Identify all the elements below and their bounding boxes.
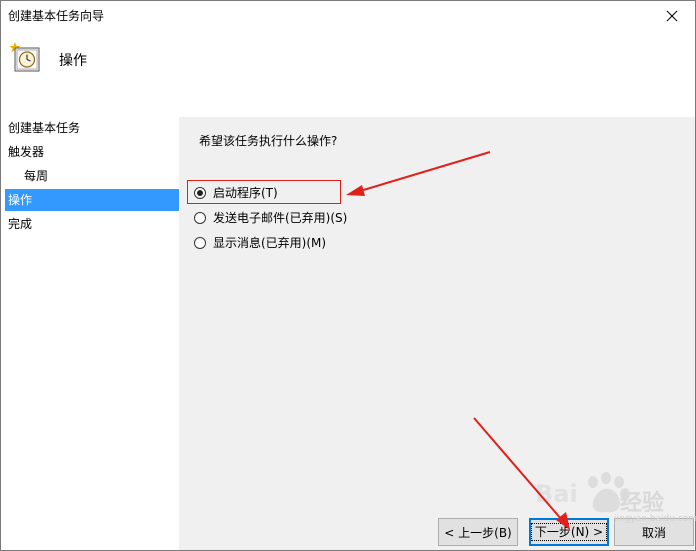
- page-title: 操作: [59, 53, 87, 69]
- radio-icon: [194, 212, 206, 224]
- back-button[interactable]: < 上一步(B): [438, 518, 518, 546]
- action-question: 希望该任务执行什么操作?: [199, 134, 338, 148]
- watermark-url: jingyan.baidu.com: [614, 514, 696, 524]
- sidebar-item-finish[interactable]: 完成: [5, 213, 179, 235]
- close-button[interactable]: [649, 1, 695, 31]
- radio-send-email-label: 发送电子邮件(已弃用)(S): [213, 211, 348, 225]
- sidebar-item-action[interactable]: 操作: [5, 189, 179, 211]
- radio-show-message[interactable]: 显示消息(已弃用)(M): [194, 234, 326, 252]
- sidebar-item-weekly[interactable]: 每周: [5, 165, 179, 187]
- back-button-label: < 上一步(B): [444, 525, 512, 540]
- radio-start-program-label: 启动程序(T): [213, 186, 278, 200]
- next-button[interactable]: 下一步(N) >: [529, 518, 609, 546]
- wizard-header: 操作: [1, 31, 695, 117]
- radio-icon: [194, 187, 206, 199]
- next-button-label: 下一步(N) >: [530, 523, 608, 541]
- radio-show-message-label: 显示消息(已弃用)(M): [213, 236, 327, 250]
- wizard-sidebar: 创建基本任务 触发器 每周 操作 完成: [1, 117, 179, 550]
- title-bar: 创建基本任务向导: [1, 1, 695, 31]
- sidebar-item-trigger[interactable]: 触发器: [5, 141, 179, 163]
- cancel-button-label: 取消: [641, 525, 666, 540]
- task-clock-icon: [9, 42, 40, 72]
- close-icon: [666, 10, 678, 22]
- radio-start-program[interactable]: 启动程序(T): [194, 184, 278, 202]
- svg-text:Bai: Bai: [535, 480, 578, 508]
- radio-icon: [194, 237, 206, 249]
- window-title: 创建基本任务向导: [8, 9, 105, 23]
- watermark-text: 经验: [620, 491, 665, 516]
- radio-send-email[interactable]: 发送电子邮件(已弃用)(S): [194, 209, 347, 227]
- sidebar-item-create-basic-task[interactable]: 创建基本任务: [5, 117, 179, 139]
- wizard-window: 创建基本任务向导 操作 创建基本任务 触发器 每周 操作 完成 希望该任务执行什…: [0, 0, 696, 551]
